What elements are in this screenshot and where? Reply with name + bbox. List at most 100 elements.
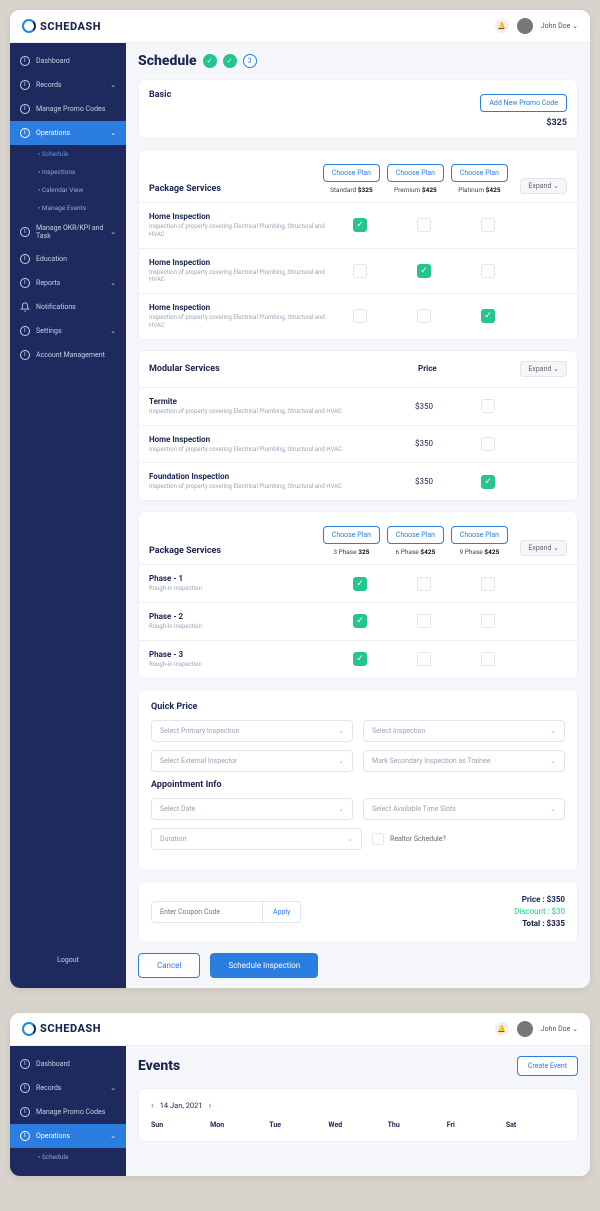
page-title: Schedule [138,53,197,69]
coupon-input[interactable] [152,902,262,922]
sidebar-item-manage-promo-codes[interactable]: Manage Promo Codes [10,97,126,121]
row-name: Home Inspection [149,303,325,312]
checkbox[interactable] [481,399,495,413]
cancel-button[interactable]: Cancel [138,953,200,978]
schedule-inspection-button[interactable]: Schedule Inspection [210,953,318,978]
next-week-button[interactable]: › [209,1101,212,1111]
checkbox[interactable] [481,437,495,451]
brand-text: SCHEDASH [40,20,101,33]
package-services-1: Package ServicesChoose PlanStandard $325… [138,149,578,340]
checkbox[interactable]: ✓ [353,652,367,666]
apply-button[interactable]: Apply [262,902,300,922]
chevron-down-icon: ⌄ [110,1084,116,1092]
brand-logo: SCHEDASH [22,1022,101,1036]
user-avatar[interactable] [517,1021,533,1037]
row-desc: Inspection of property covering Electric… [149,269,325,285]
checkbox[interactable]: ✓ [481,309,495,323]
checkbox[interactable]: ✓ [353,577,367,591]
sidebar-sub-schedule[interactable]: Schedule [10,145,126,163]
checkbox[interactable] [481,652,495,666]
sidebar-item-records[interactable]: Records⌄ [10,1076,126,1100]
row-price: $350 [395,439,453,448]
realtor-schedule-checkbox[interactable]: Realtor Schedule? [372,828,565,850]
choose-plan-button[interactable]: Choose Plan [451,164,508,182]
checkbox-icon [372,833,384,845]
checkbox[interactable] [417,218,431,232]
sidebar-sub-manage-events[interactable]: Manage Events [10,199,126,217]
sidebar-item-label: Manage OKR/KPI and Task [36,224,104,240]
sidebar-item-dashboard[interactable]: Dashboard [10,49,126,73]
sidebar-item-dashboard[interactable]: Dashboard [10,1052,126,1076]
table-row: Home InspectionInspection of property co… [139,248,577,294]
choose-plan-button[interactable]: Choose Plan [387,164,444,182]
checkbox[interactable]: ✓ [353,614,367,628]
sidebar-item-operations[interactable]: Operations⌄ [10,121,126,145]
checkbox[interactable] [353,264,367,278]
row-desc: Inspection of property covering Electric… [149,314,325,330]
select-timeslots-dropdown[interactable]: Select Available Time Slots⌄ [363,798,565,820]
checkbox[interactable] [481,218,495,232]
sidebar: DashboardRecords⌄ Manage Promo Codes Opera… [10,1046,126,1176]
sidebar-item-education[interactable]: Education [10,247,126,271]
logout-button[interactable]: Logout [10,942,126,978]
chevron-down-icon: ⌄ [550,727,556,735]
sidebar-item-records[interactable]: Records⌄ [10,73,126,97]
section-title: Package Services [149,546,316,556]
checkbox[interactable] [353,309,367,323]
select-inspection-dropdown[interactable]: Select Inspection⌄ [363,720,565,742]
sidebar-item-operations[interactable]: Operations⌄ [10,1124,126,1148]
checkbox[interactable] [417,309,431,323]
sidebar-item-label: Operations [36,1132,70,1140]
user-avatar[interactable] [517,18,533,34]
choose-plan-button[interactable]: Choose Plan [387,526,444,544]
sidebar-sub-calendar-view[interactable]: Calendar View [10,181,126,199]
checkbox[interactable] [481,614,495,628]
select-date-dropdown[interactable]: Select Date⌄ [151,798,353,820]
checkbox[interactable]: ✓ [417,264,431,278]
select-external-dropdown[interactable]: Select External Inspector⌄ [151,750,353,772]
choose-plan-button[interactable]: Choose Plan [451,526,508,544]
prev-week-button[interactable]: ‹ [151,1101,154,1111]
checkbox[interactable] [417,652,431,666]
checkbox[interactable] [481,264,495,278]
top-bar: SCHEDASH 🔔 John Doe ⌄ [10,10,590,43]
chevron-down-icon: ⌄ [110,327,116,335]
logo-mark-icon [22,1022,36,1036]
checkbox[interactable]: ✓ [481,475,495,489]
sidebar-item-account-management[interactable]: Account Management [10,343,126,367]
package-services-2: Package ServicesChoose Plan3 Phase 325Ch… [138,511,578,678]
choose-plan-button[interactable]: Choose Plan [323,164,380,182]
notifications-icon[interactable]: 🔔 [495,19,509,33]
sidebar-item-settings[interactable]: Settings ⌄ [10,319,126,343]
checkbox[interactable]: ✓ [353,218,367,232]
row-price: $350 [395,477,453,486]
basic-price: $325 [480,118,567,128]
user-name[interactable]: John Doe ⌄ [541,1025,578,1033]
sidebar-item-manage-okr-kpi-and-task[interactable]: Manage OKR/KPI and Task⌄ [10,217,126,247]
table-row: Home InspectionInspection of property co… [139,425,577,463]
sidebar-sub-schedule[interactable]: Schedule [10,1148,126,1166]
add-promo-button[interactable]: Add New Promo Code [480,94,567,112]
checkbox[interactable] [481,577,495,591]
sidebar-item-reports[interactable]: Reports⌄ [10,271,126,295]
row-name: Phase - 3 [149,650,325,659]
duration-dropdown[interactable]: Duration⌄ [151,828,362,850]
checkbox[interactable] [417,614,431,628]
user-name[interactable]: John Doe ⌄ [541,22,578,30]
expand-button[interactable]: Expand ⌄ [520,361,567,377]
expand-button[interactable]: Expand ⌄ [520,540,567,556]
basic-label: Basic [149,90,171,100]
checkbox[interactable] [417,577,431,591]
sidebar-sub-inspections[interactable]: Inspections [10,163,126,181]
sidebar-item-label: Settings [36,327,62,335]
sidebar: DashboardRecords⌄Manage Promo CodesOpera… [10,43,126,988]
sidebar-item-label: Manage Promo Codes [36,1108,105,1116]
create-event-button[interactable]: Create Event [517,1056,578,1076]
notifications-icon[interactable]: 🔔 [495,1022,509,1036]
choose-plan-button[interactable]: Choose Plan [323,526,380,544]
select-primary-dropdown[interactable]: Select Primary Inspection⌄ [151,720,353,742]
expand-button[interactable]: Expand ⌄ [520,178,567,194]
sidebar-item-manage-promo-codes[interactable]: Manage Promo Codes [10,1100,126,1124]
mark-secondary-dropdown[interactable]: Mark Secondary Inspection as Trainee⌄ [363,750,565,772]
sidebar-item-notifications[interactable]: Notifications [10,295,126,319]
